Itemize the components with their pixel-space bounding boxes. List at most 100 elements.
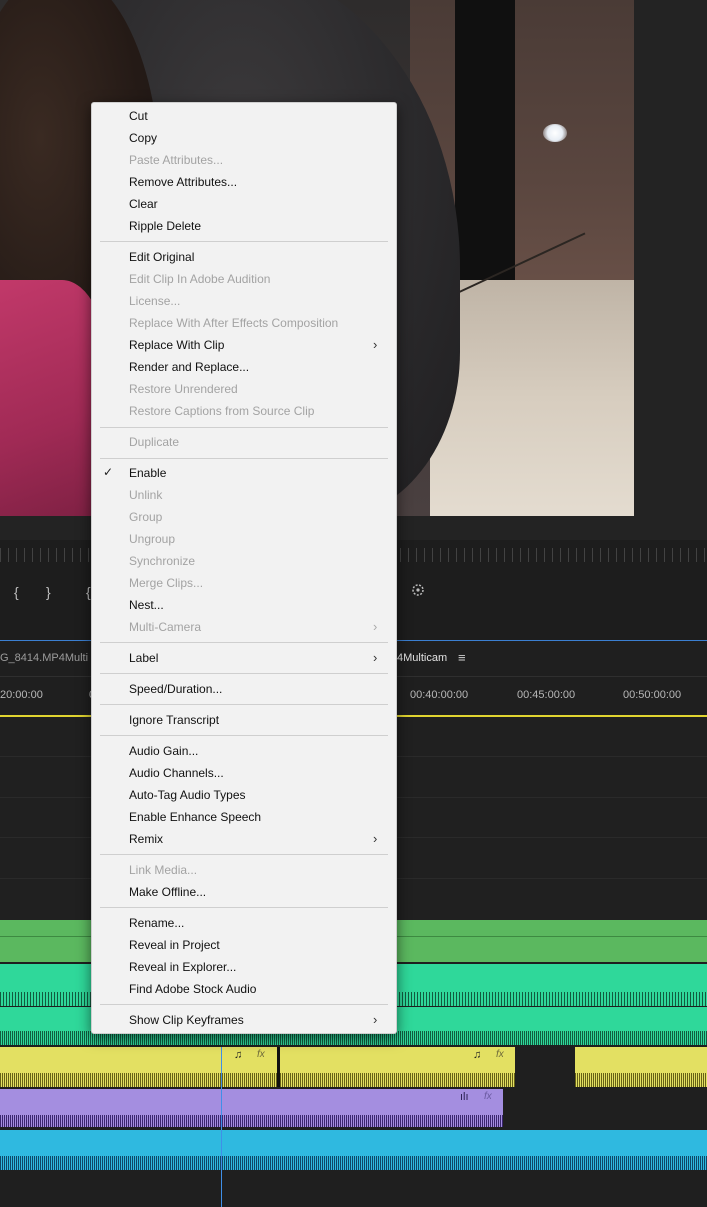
background-stand	[455, 0, 515, 310]
menu-item-label: Nest...	[129, 598, 164, 612]
panel-menu-icon[interactable]: ≡	[458, 650, 470, 665]
audio-waveform-icon: ılı	[460, 1091, 469, 1103]
menu-item-label: Replace With After Effects Composition	[129, 316, 339, 330]
menu-separator	[100, 854, 388, 855]
menu-item-audio-channels[interactable]: Audio Channels...	[92, 762, 396, 784]
menu-separator	[100, 735, 388, 736]
menu-item-label: Replace With Clip	[129, 338, 225, 352]
timecode-label: 00:45:00:00	[517, 689, 576, 701]
menu-item-render-replace[interactable]: Render and Replace...	[92, 356, 396, 378]
tab-sequence-1[interactable]: G_8414.MP4Multi	[0, 652, 88, 664]
menu-item-label: Enable	[129, 466, 167, 480]
tab-sequence-2[interactable]: 4Multicam	[397, 652, 447, 664]
menu-item-speed-duration[interactable]: Speed/Duration...	[92, 678, 396, 700]
menu-item-audio-gain[interactable]: Audio Gain...	[92, 740, 396, 762]
fx-badge-icon[interactable]: fx	[496, 1049, 504, 1060]
menu-item-label: Audio Gain...	[129, 744, 199, 758]
menu-item-synchronize: Synchronize	[92, 550, 396, 572]
timecode-label: 20:00:00	[0, 689, 43, 701]
menu-item-duplicate: Duplicate	[92, 431, 396, 453]
menu-item-make-offline[interactable]: Make Offline...	[92, 881, 396, 903]
menu-item-show-keyframes[interactable]: Show Clip Keyframes ›	[92, 1009, 396, 1031]
menu-item-label: Make Offline...	[129, 885, 207, 899]
menu-item-label: Reveal in Explorer...	[129, 960, 237, 974]
menu-item-edit-original[interactable]: Edit Original	[92, 246, 396, 268]
menu-item-label: Remix	[129, 832, 164, 846]
menu-item-cut[interactable]: Cut	[92, 105, 396, 127]
menu-item-license: License...	[92, 290, 396, 312]
menu-item-replace-with-clip[interactable]: Replace With Clip ›	[92, 334, 396, 356]
menu-item-link-media: Link Media...	[92, 859, 396, 881]
menu-item-label: Audio Channels...	[129, 766, 224, 780]
menu-item-label: Restore Unrendered	[129, 382, 238, 396]
menu-item-label: Ungroup	[129, 532, 176, 546]
menu-item-restore-captions: Restore Captions from Source Clip	[92, 400, 396, 422]
menu-item-remove-attributes[interactable]: Remove Attributes...	[92, 171, 396, 193]
audio-clip[interactable]	[0, 1130, 707, 1170]
background-light	[543, 124, 567, 142]
menu-item-label: Edit Original	[129, 250, 195, 264]
menu-item-label: Link Media...	[129, 863, 198, 877]
fx-badge-icon[interactable]: fx	[484, 1091, 492, 1102]
menu-item-label: Multi-Camera	[129, 620, 202, 634]
menu-separator	[100, 427, 388, 428]
chevron-right-icon: ›	[373, 650, 378, 665]
background-floor	[430, 280, 634, 516]
menu-item-ripple-delete[interactable]: Ripple Delete	[92, 215, 396, 237]
menu-item-label: Auto-Tag Audio Types	[129, 788, 246, 802]
menu-item-label: Merge Clips...	[129, 576, 204, 590]
menu-item-auto-tag[interactable]: Auto-Tag Audio Types	[92, 784, 396, 806]
music-note-icon: ♫	[473, 1049, 482, 1061]
playhead[interactable]	[221, 1047, 222, 1207]
menu-item-label: Enable Enhance Speech	[129, 810, 262, 824]
menu-item-edit-in-audition: Edit Clip In Adobe Audition	[92, 268, 396, 290]
checkmark-icon: ✓	[103, 465, 114, 479]
menu-item-label: Show Clip Keyframes	[129, 1013, 244, 1027]
clip-context-menu: Cut Copy Paste Attributes... Remove Attr…	[91, 102, 397, 1034]
menu-item-label: Reveal in Project	[129, 938, 220, 952]
mark-out-button[interactable]: }	[46, 582, 51, 602]
menu-item-reveal-project[interactable]: Reveal in Project	[92, 934, 396, 956]
settings-wheel-icon[interactable]	[411, 582, 425, 602]
menu-item-label: Find Adobe Stock Audio	[129, 982, 257, 996]
menu-item-multi-camera: Multi-Camera ›	[92, 616, 396, 638]
menu-item-enable[interactable]: ✓ Enable	[92, 462, 396, 484]
go-to-in-button[interactable]: {	[86, 582, 91, 602]
menu-item-label: Unlink	[129, 488, 163, 502]
menu-item-remix[interactable]: Remix ›	[92, 828, 396, 850]
chevron-right-icon: ›	[373, 831, 378, 846]
audio-clip[interactable]: ılı fx	[0, 1089, 503, 1127]
menu-item-label: Edit Clip In Adobe Audition	[129, 272, 271, 286]
menu-item-label: Restore Captions from Source Clip	[129, 404, 315, 418]
menu-item-ungroup: Ungroup	[92, 528, 396, 550]
audio-clip[interactable]	[575, 1047, 707, 1087]
menu-item-label-submenu[interactable]: Label ›	[92, 647, 396, 669]
menu-item-label: Label	[129, 651, 159, 665]
menu-item-label: Render and Replace...	[129, 360, 250, 374]
menu-item-label: Group	[129, 510, 163, 524]
fx-badge-icon[interactable]: fx	[257, 1049, 265, 1060]
menu-item-find-stock-audio[interactable]: Find Adobe Stock Audio	[92, 978, 396, 1000]
menu-item-reveal-explorer[interactable]: Reveal in Explorer...	[92, 956, 396, 978]
audio-clip[interactable]: ♫ fx	[0, 1047, 277, 1087]
menu-item-enhance-speech[interactable]: Enable Enhance Speech	[92, 806, 396, 828]
menu-item-copy[interactable]: Copy	[92, 127, 396, 149]
mark-in-button[interactable]: {	[14, 582, 19, 602]
menu-item-ignore-transcript[interactable]: Ignore Transcript	[92, 709, 396, 731]
music-note-icon: ♫	[234, 1049, 243, 1061]
menu-item-clear[interactable]: Clear	[92, 193, 396, 215]
menu-item-restore-unrendered: Restore Unrendered	[92, 378, 396, 400]
audio-clip[interactable]: ♫ fx	[280, 1047, 515, 1087]
menu-item-rename[interactable]: Rename...	[92, 912, 396, 934]
menu-separator	[100, 1004, 388, 1005]
menu-item-label: Ignore Transcript	[129, 713, 220, 727]
menu-item-paste-attributes: Paste Attributes...	[92, 149, 396, 171]
chevron-right-icon: ›	[373, 619, 378, 634]
menu-item-label: License...	[129, 294, 181, 308]
menu-separator	[100, 642, 388, 643]
menu-separator	[100, 704, 388, 705]
menu-item-label: Synchronize	[129, 554, 196, 568]
menu-item-nest[interactable]: Nest...	[92, 594, 396, 616]
menu-item-label: Speed/Duration...	[129, 682, 223, 696]
menu-separator	[100, 241, 388, 242]
